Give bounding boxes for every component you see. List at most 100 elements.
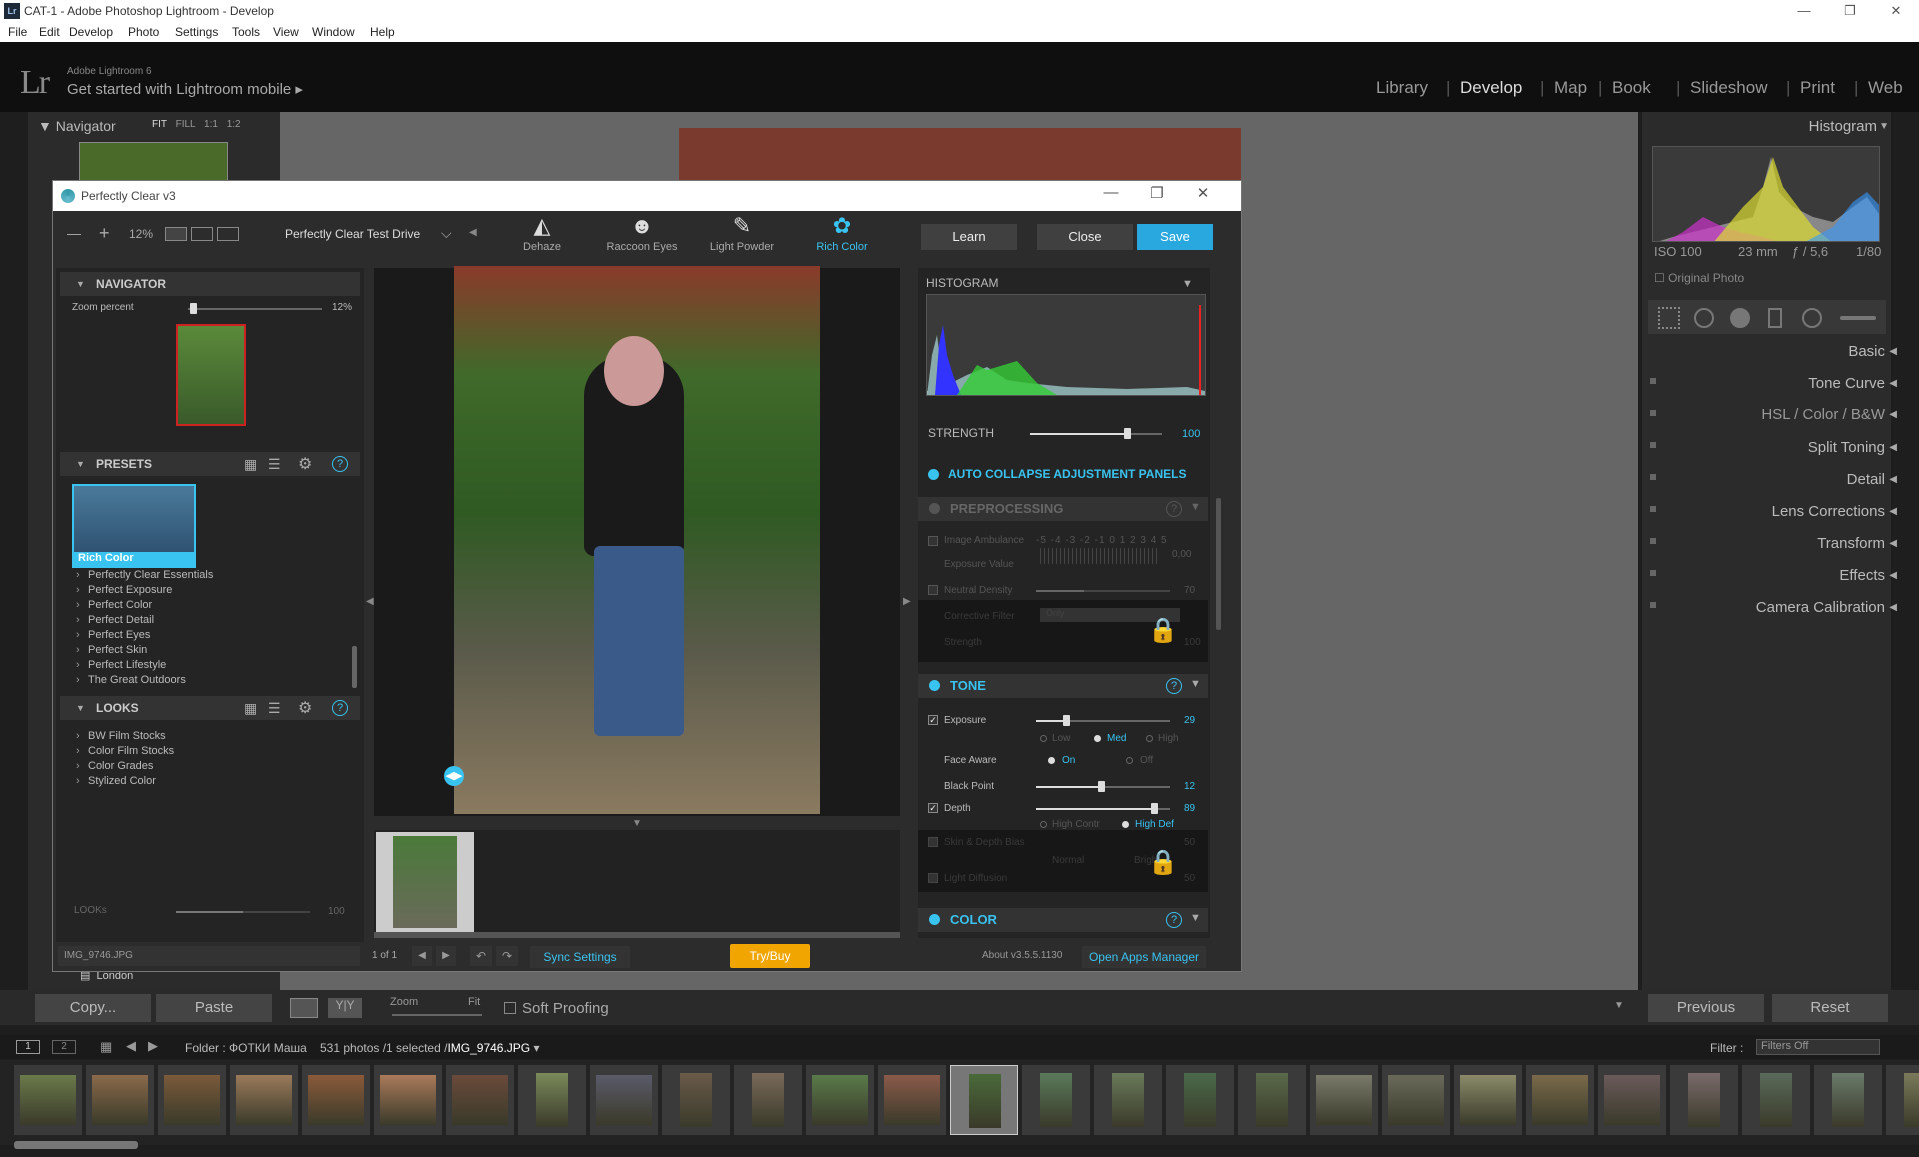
light-diffusion-checkbox[interactable] bbox=[928, 873, 938, 883]
pc-film-scrollbar[interactable] bbox=[374, 932, 900, 938]
panel-transform[interactable]: Transform bbox=[1817, 535, 1885, 552]
tabs-scroll-left-icon[interactable]: ◀ bbox=[469, 227, 477, 238]
panel-switch-icon[interactable] bbox=[1650, 474, 1656, 480]
filmstrip-thumbnail[interactable] bbox=[518, 1065, 586, 1135]
panel-arrow-icon[interactable]: ◀ bbox=[1889, 538, 1897, 549]
pc-navigator-thumbnail[interactable] bbox=[176, 324, 246, 426]
loupe-view-icon[interactable] bbox=[290, 998, 318, 1018]
split-view-icon[interactable] bbox=[191, 227, 213, 241]
preset-folder[interactable]: The Great Outdoors bbox=[76, 674, 186, 686]
module-book[interactable]: Book bbox=[1612, 78, 1651, 98]
preprocessing-help-icon[interactable]: ? bbox=[1166, 501, 1182, 517]
presets-scrollbar[interactable] bbox=[352, 646, 357, 688]
depth-high-def-radio[interactable] bbox=[1122, 821, 1129, 828]
mobile-link[interactable]: Get started with Lightroom mobile ▸ bbox=[67, 80, 303, 98]
module-slideshow[interactable]: Slideshow bbox=[1690, 78, 1768, 98]
looks-strength-slider[interactable] bbox=[176, 911, 310, 913]
menu-tools[interactable]: Tools bbox=[232, 25, 260, 39]
panel-switch-icon[interactable] bbox=[1650, 506, 1656, 512]
exposure-low-radio[interactable] bbox=[1040, 735, 1047, 742]
side-by-side-icon[interactable] bbox=[217, 227, 239, 241]
face-aware-off-radio[interactable] bbox=[1126, 757, 1133, 764]
looks-folder[interactable]: Stylized Color bbox=[76, 775, 156, 787]
module-print[interactable]: Print bbox=[1800, 78, 1835, 98]
before-after-icon[interactable]: Y|Y bbox=[328, 998, 362, 1018]
restore-button[interactable]: ❐ bbox=[1827, 0, 1873, 22]
pc-film-thumb-frame[interactable] bbox=[376, 832, 474, 932]
tab-rich-color[interactable]: ✿ Rich Color bbox=[793, 211, 891, 261]
tone-header[interactable]: TONE bbox=[918, 674, 1208, 698]
depth-high-contr-radio[interactable] bbox=[1040, 821, 1047, 828]
zoom-fit[interactable]: FIT bbox=[152, 119, 167, 130]
filmstrip-thumbnail[interactable] bbox=[806, 1065, 874, 1135]
preset-name-dropdown[interactable]: Perfectly Clear Test Drive bbox=[285, 227, 420, 241]
histogram-collapse-icon[interactable]: ▼ bbox=[1879, 121, 1889, 132]
face-aware-on-radio[interactable] bbox=[1048, 757, 1055, 764]
filmstrip-thumbnail[interactable] bbox=[1382, 1065, 1450, 1135]
looks-gear-icon[interactable]: ⚙ bbox=[298, 698, 312, 718]
filmstrip-thumbnail[interactable] bbox=[14, 1065, 82, 1135]
strength-slider[interactable] bbox=[1030, 428, 1162, 439]
pc-file-select[interactable]: IMG_9746.JPG bbox=[58, 946, 360, 966]
menu-help[interactable]: Help bbox=[370, 25, 395, 39]
looks-help-icon[interactable]: ? bbox=[332, 700, 348, 716]
dialog-maximize-button[interactable]: ❐ bbox=[1137, 184, 1177, 202]
preset-folder[interactable]: Perfect Eyes bbox=[76, 629, 150, 641]
panel-arrow-icon[interactable]: ◀ bbox=[1889, 506, 1897, 517]
film-collapse-icon[interactable]: ▼ bbox=[632, 818, 642, 829]
neutral-density-checkbox[interactable] bbox=[928, 585, 938, 595]
depth-checkbox[interactable]: ✓ bbox=[928, 803, 938, 813]
copy-button[interactable]: Copy... bbox=[35, 994, 151, 1022]
presets-header[interactable]: PRESETS bbox=[60, 452, 360, 476]
preset-dropdown-chevron-icon[interactable]: ⌵ bbox=[441, 225, 452, 242]
looks-header[interactable]: LOOKS bbox=[60, 696, 360, 720]
filmstrip-thumbnail[interactable] bbox=[878, 1065, 946, 1135]
grid-view-icon[interactable]: ▦ bbox=[100, 1039, 112, 1055]
filmstrip-thumbnail[interactable] bbox=[1598, 1065, 1666, 1135]
forward-arrow-icon[interactable]: ▶ bbox=[148, 1038, 158, 1054]
zoom-out-button[interactable]: — bbox=[67, 225, 81, 241]
split-handle-icon[interactable]: ◀▶ bbox=[444, 766, 464, 786]
spot-removal-icon[interactable] bbox=[1694, 308, 1714, 328]
learn-button[interactable]: Learn bbox=[921, 224, 1017, 250]
menu-window[interactable]: Window bbox=[312, 25, 355, 39]
histogram-panel-title[interactable]: Histogram bbox=[1809, 118, 1877, 135]
panel-switch-icon[interactable] bbox=[1650, 442, 1656, 448]
presets-help-icon[interactable]: ? bbox=[332, 456, 348, 472]
filmstrip-thumbnail[interactable] bbox=[1022, 1065, 1090, 1135]
menu-view[interactable]: View bbox=[273, 25, 299, 39]
try-buy-button[interactable]: Try/Buy bbox=[730, 944, 810, 968]
panel-switch-icon[interactable] bbox=[1650, 602, 1656, 608]
filmstrip-scrollbar[interactable] bbox=[14, 1141, 138, 1149]
pc-navigator-header[interactable]: NAVIGATOR bbox=[60, 272, 360, 296]
crop-tool-icon[interactable] bbox=[1658, 307, 1680, 329]
filmstrip-thumbnail[interactable] bbox=[1094, 1065, 1162, 1135]
panel-arrow-icon[interactable]: ◀ bbox=[1889, 442, 1897, 453]
preset-folder[interactable]: Perfect Lifestyle bbox=[76, 659, 166, 671]
filmstrip-thumbnail[interactable] bbox=[590, 1065, 658, 1135]
main-window-button[interactable]: 1 bbox=[16, 1040, 40, 1054]
filmstrip-thumbnail[interactable] bbox=[734, 1065, 802, 1135]
module-web[interactable]: Web bbox=[1868, 78, 1903, 98]
filmstrip-thumbnail[interactable] bbox=[1310, 1065, 1378, 1135]
zoom-slider[interactable] bbox=[392, 1014, 482, 1016]
tone-collapse-icon[interactable]: ▼ bbox=[1190, 678, 1201, 690]
graduated-filter-icon[interactable] bbox=[1768, 308, 1782, 328]
panel-split-toning[interactable]: Split Toning bbox=[1808, 439, 1885, 456]
preset-folder[interactable]: Perfectly Clear Essentials bbox=[76, 569, 213, 581]
filmstrip-thumbnail[interactable] bbox=[302, 1065, 370, 1135]
tab-dehaze[interactable]: ◭ Dehaze bbox=[493, 211, 591, 261]
filmstrip-thumbnail[interactable] bbox=[1742, 1065, 1810, 1135]
filmstrip-thumbnail[interactable] bbox=[158, 1065, 226, 1135]
looks-list-icon[interactable]: ☰ bbox=[268, 700, 281, 717]
filmstrip-thumbnail[interactable] bbox=[1886, 1065, 1919, 1135]
collapse-right-panel-icon[interactable]: ▶ bbox=[903, 596, 911, 607]
sync-settings-button[interactable]: Sync Settings bbox=[530, 946, 630, 968]
neutral-density-slider[interactable] bbox=[1036, 590, 1170, 592]
pc-preview-image[interactable] bbox=[454, 266, 820, 814]
second-window-button[interactable]: 2 bbox=[52, 1040, 76, 1054]
preset-folder[interactable]: Perfect Skin bbox=[76, 644, 147, 656]
color-collapse-icon[interactable]: ▼ bbox=[1190, 912, 1201, 924]
menu-develop[interactable]: Develop bbox=[69, 25, 113, 39]
filmstrip-thumbnail[interactable] bbox=[662, 1065, 730, 1135]
